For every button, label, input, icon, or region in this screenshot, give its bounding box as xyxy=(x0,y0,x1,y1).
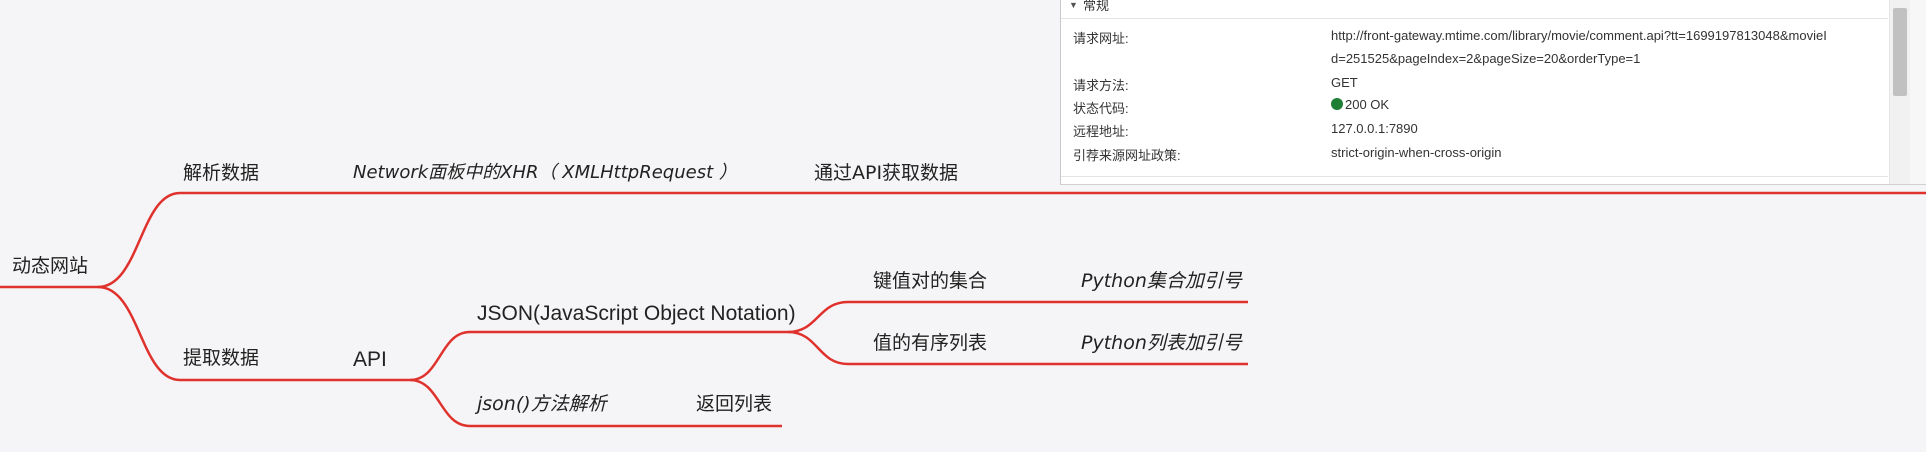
general-section-header[interactable]: ▼ 常规 xyxy=(1061,0,1888,19)
edge-api-json xyxy=(409,330,788,382)
general-section-title: 常规 xyxy=(1083,0,1110,13)
node-parse-data[interactable]: 解析数据 xyxy=(183,164,259,183)
scrollbar-gutter xyxy=(1910,0,1926,185)
status-ok-icon xyxy=(1331,98,1343,110)
request-url-value-cont[interactable]: d=251525&pageIndex=2&pageSize=20&orderTy… xyxy=(1331,51,1640,66)
node-ordered-list[interactable]: 值的有序列表 xyxy=(873,334,987,353)
mindmap-canvas: 动态网站 解析数据 Network面板中的XHR（ XMLHttpRequest… xyxy=(0,0,1926,452)
node-python-list[interactable]: Python列表加引号 xyxy=(1081,334,1242,353)
node-via-api[interactable]: 通过API获取数据 xyxy=(814,164,958,183)
node-root[interactable]: 动态网站 xyxy=(12,257,88,276)
node-extract-data[interactable]: 提取数据 xyxy=(183,349,259,368)
referrer-policy-value: strict-origin-when-cross-origin xyxy=(1331,145,1502,160)
panel-bottom-border xyxy=(1061,184,1926,185)
request-method-value: GET xyxy=(1331,75,1358,90)
request-url-key: 请求网址: xyxy=(1073,31,1129,46)
node-network-xhr[interactable]: Network面板中的XHR（ XMLHttpRequest ） xyxy=(353,164,737,182)
scrollbar-thumb[interactable] xyxy=(1893,8,1907,96)
request-method-key: 请求方法: xyxy=(1073,78,1129,93)
status-code-value-wrap: 200 OK xyxy=(1331,97,1389,112)
scrollbar-track[interactable] xyxy=(1889,0,1926,185)
node-json[interactable]: JSON(JavaScript Object Notation) xyxy=(477,303,796,324)
referrer-policy-key: 引荐来源网址政策: xyxy=(1073,148,1181,163)
node-json-method[interactable]: json()方法解析 xyxy=(477,395,607,414)
node-return-list[interactable]: 返回列表 xyxy=(696,395,772,414)
node-python-set[interactable]: Python集合加引号 xyxy=(1081,272,1242,291)
remote-address-value: 127.0.0.1:7890 xyxy=(1331,121,1418,136)
request-url-value[interactable]: http://front-gateway.mtime.com/library/m… xyxy=(1331,28,1827,43)
status-code-value: 200 OK xyxy=(1345,97,1390,112)
collapse-triangle-icon[interactable]: ▼ xyxy=(1069,0,1078,10)
devtools-general-panel: ▼ 常规 请求网址: http://front-gateway.mtime.co… xyxy=(1060,0,1926,185)
edge-root-parse xyxy=(97,191,1926,289)
edge-json-kv xyxy=(787,300,1248,334)
remote-address-key: 远程地址: xyxy=(1073,124,1129,139)
node-api[interactable]: API xyxy=(353,349,387,370)
status-code-key: 状态代码: xyxy=(1073,101,1129,116)
node-kv-set[interactable]: 键值对的集合 xyxy=(873,272,987,291)
